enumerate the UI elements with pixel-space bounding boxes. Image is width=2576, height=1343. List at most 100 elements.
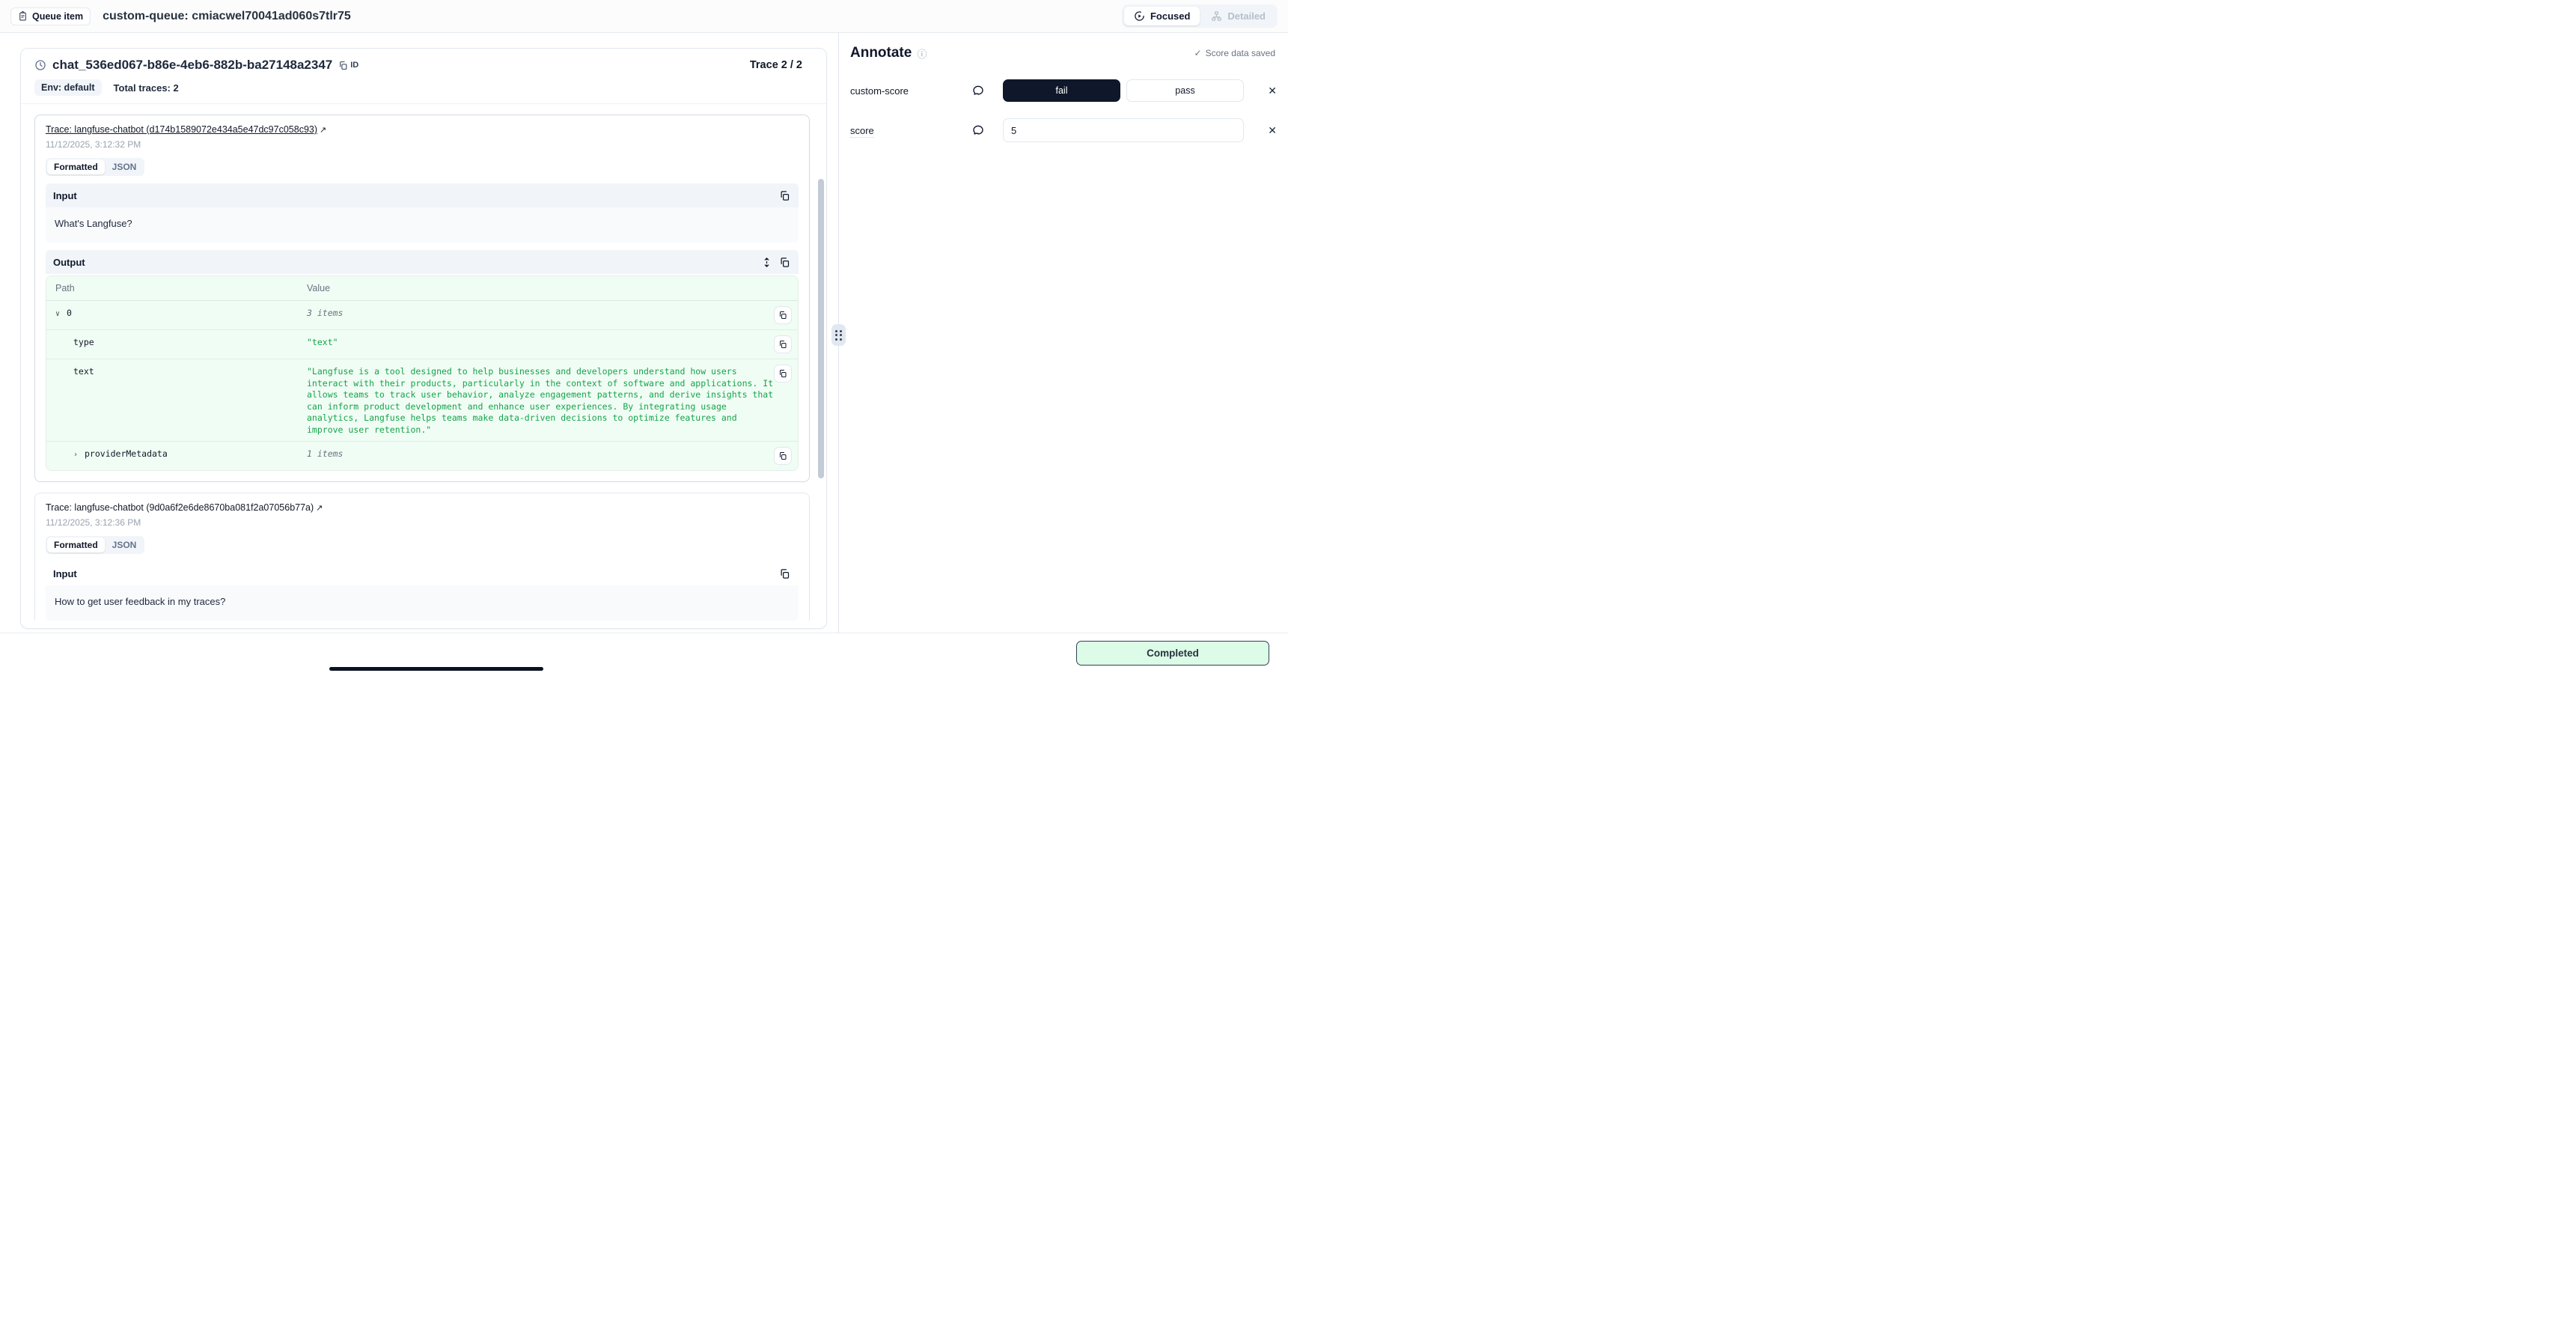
score-row-score: score ✕ [850,118,1281,142]
unfold-icon [761,257,772,268]
row-path: 0 [67,308,72,320]
trace-counter: Trace 2 / 2 [750,59,813,71]
row-path: type [73,337,94,349]
comment-icon[interactable] [967,84,989,98]
format-toggle-1: Formatted JSON [46,158,144,176]
copy-input-button[interactable] [779,567,791,579]
trace-card-1: Trace: langfuse-chatbot (d174b1589072e43… [34,115,810,482]
scrollbar-thumb[interactable] [818,179,824,478]
page-title: custom-queue: cmiacwel70041ad060s7tlr75 [103,10,351,23]
annotate-title: Annotate [850,45,912,61]
copy-row-button[interactable] [774,306,792,324]
row-path: text [73,366,94,378]
table-row: text "Langfuse is a tool designed to hel… [46,359,798,442]
copy-icon [778,311,787,320]
focused-view-label: Focused [1150,10,1190,22]
output-table-1: Path Value ∨ 0 3 items type "text" [46,275,799,471]
input-section-title: Input [53,190,77,201]
item-title: chat_536ed067-b86e-4eb6-882b-ba27148a234… [52,58,332,73]
expand-output-button[interactable] [761,256,773,268]
close-icon[interactable]: ✕ [1263,82,1281,100]
trace-card-2: Trace: langfuse-chatbot (9d0a6f2e6de8670… [34,493,810,621]
chevron-down-icon[interactable]: ∨ [55,308,63,320]
score-option-fail[interactable]: fail [1003,79,1120,102]
copy-icon [778,451,787,460]
output-section-title: Output [53,257,85,268]
copy-icon [779,190,790,201]
formatted-tab[interactable]: Formatted [47,537,105,552]
input-section-2: Input How to get user feedback in my tra… [46,561,799,621]
detailed-view-button[interactable]: Detailed [1201,7,1275,25]
copy-output-button[interactable] [779,256,791,268]
view-mode-toggle: Focused Detailed [1122,4,1278,28]
path-column-header: Path [55,283,307,293]
trace-timestamp-1: 11/12/2025, 3:12:32 PM [46,139,799,150]
comment-icon[interactable] [967,124,989,138]
formatted-tab[interactable]: Formatted [47,159,105,174]
completed-button[interactable]: Completed [1076,641,1269,666]
external-link-icon: ↗ [316,503,323,513]
top-bar: Queue item custom-queue: cmiacwel70041ad… [0,0,1288,33]
external-link-icon: ↗ [320,125,326,135]
input-content-2: How to get user feedback in my traces? [46,585,799,621]
grip-icon [835,330,842,341]
left-panel-scrollbar[interactable] [818,179,824,501]
copy-input-button[interactable] [779,189,791,201]
row-value: 3 items [307,306,774,320]
env-badge: Env: default [34,79,102,96]
table-row: type "text" [46,330,798,359]
copy-id-button[interactable]: ID [338,61,358,70]
copy-row-button[interactable] [774,447,792,465]
output-section-1: Output Path Value ∨0 3 it [46,250,799,471]
input-content-1: What's Langfuse? [46,207,799,243]
copy-icon [779,568,790,579]
row-value: "Langfuse is a tool designed to help bus… [307,365,774,436]
table-row: ∨ 0 3 items [46,301,798,330]
score-option-pass[interactable]: pass [1126,79,1244,102]
table-header-row: Path Value [46,276,798,301]
save-status: ✓ Score data saved [1194,48,1275,58]
info-icon[interactable]: ⓘ [917,46,927,61]
queue-item-detail-panel: chat_536ed067-b86e-4eb6-882b-ba27148a234… [20,48,827,629]
json-tab[interactable]: JSON [106,537,144,552]
copy-icon [778,369,787,378]
item-header: chat_536ed067-b86e-4eb6-882b-ba27148a234… [21,49,826,104]
total-traces-label: Total traces: 2 [114,82,179,94]
save-status-label: Score data saved [1206,48,1275,58]
copy-icon [778,340,787,349]
score-value-input[interactable] [1003,118,1244,142]
row-value: "text" [307,335,774,349]
close-icon[interactable]: ✕ [1263,121,1281,140]
clipboard-icon [18,11,28,21]
copy-icon [338,61,348,70]
annotate-panel: Annotate ⓘ ✓ Score data saved custom-sco… [850,45,1281,633]
id-label: ID [350,61,358,70]
copy-row-button[interactable] [774,365,792,383]
copy-row-button[interactable] [774,335,792,353]
row-value: 1 items [307,447,774,460]
score-row-custom-score: custom-score fail pass ✕ [850,79,1281,102]
bottom-edge-bar [329,667,543,671]
check-icon: ✓ [1194,48,1202,58]
chevron-right-icon[interactable]: › [73,449,81,461]
clock-icon [34,59,46,71]
focused-view-button[interactable]: Focused [1124,7,1200,25]
traces-scroll-area[interactable]: Trace: langfuse-chatbot (d174b1589072e43… [21,104,826,621]
trace-link-1[interactable]: Trace: langfuse-chatbot (d174b1589072e43… [46,124,326,135]
score-label: score [850,125,967,136]
queue-item-page: Queue item custom-queue: cmiacwel70041ad… [0,0,1288,672]
format-toggle-2: Formatted JSON [46,536,144,554]
score-label: custom-score [850,85,967,97]
panel-resize-handle[interactable] [831,324,846,346]
trace-link-2[interactable]: Trace: langfuse-chatbot (9d0a6f2e6de8670… [46,502,323,513]
trace-timestamp-2: 11/12/2025, 3:12:36 PM [46,517,799,528]
input-section-title: Input [53,568,77,579]
table-row: › providerMetadata 1 items [46,442,798,470]
queue-item-badge: Queue item [10,7,91,25]
json-tab[interactable]: JSON [106,159,144,174]
row-path: providerMetadata [85,448,168,460]
sitemap-icon [1211,10,1222,22]
copy-icon [779,257,790,268]
queue-item-badge-label: Queue item [32,11,83,22]
focused-view-icon [1134,10,1145,22]
